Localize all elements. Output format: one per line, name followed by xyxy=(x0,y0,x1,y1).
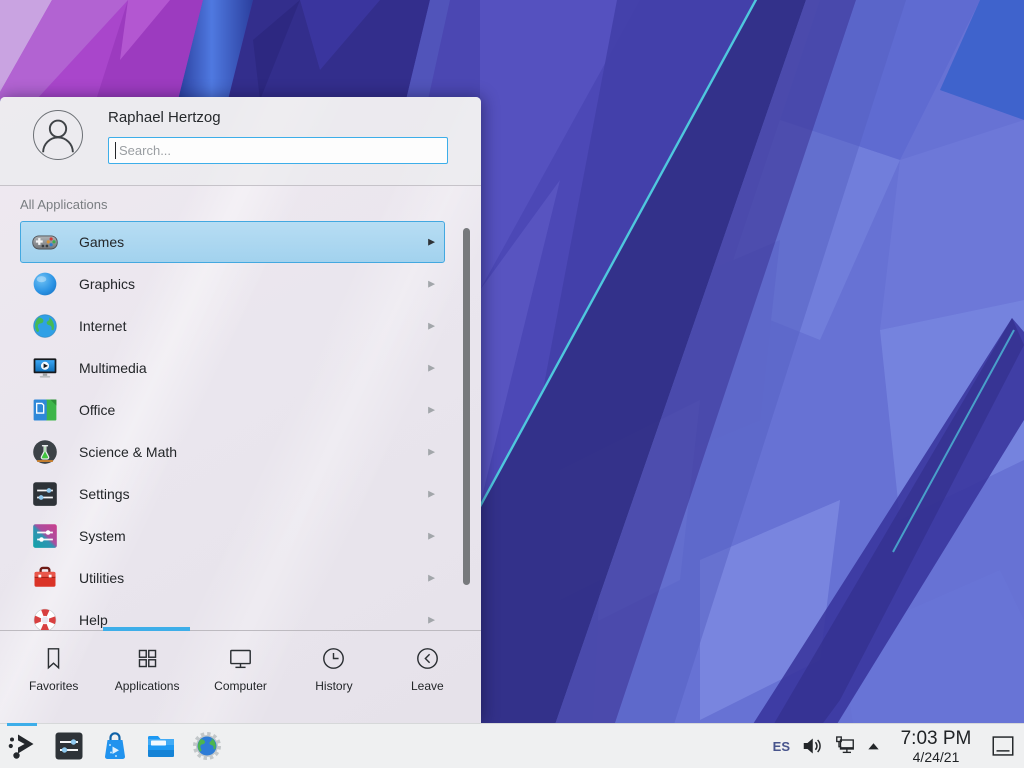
kickoff-footer: Favorites Applications Computer History … xyxy=(0,630,481,723)
chevron-right-icon xyxy=(428,280,435,289)
globe-icon xyxy=(31,312,59,340)
kde-launcher-icon xyxy=(7,730,39,762)
kickoff-menu: Raphael Hertzog All Applications Games G… xyxy=(0,97,481,723)
category-row-settings[interactable]: Settings xyxy=(20,473,445,515)
chevron-right-icon xyxy=(428,490,435,499)
category-row-graphics[interactable]: Graphics xyxy=(20,263,445,305)
search-field-wrap xyxy=(108,137,448,164)
tab-label: Favorites xyxy=(29,679,78,693)
launcher-active-indicator xyxy=(7,723,37,726)
leave-back-icon xyxy=(414,645,441,672)
computer-monitor-icon xyxy=(227,645,254,672)
tray-expand-tray[interactable] xyxy=(866,739,881,754)
category-label: Utilities xyxy=(79,570,124,586)
chevron-right-icon xyxy=(428,532,435,541)
category-row-system[interactable]: System xyxy=(20,515,445,557)
tray-volume[interactable] xyxy=(800,734,824,758)
toolbox-icon xyxy=(31,564,59,592)
search-input[interactable] xyxy=(108,137,448,164)
category-label: System xyxy=(79,528,126,544)
user-icon xyxy=(34,111,82,159)
settings-sliders-icon xyxy=(31,480,59,508)
office-icon xyxy=(31,396,59,424)
category-label: Science & Math xyxy=(79,444,177,460)
category-label: Games xyxy=(79,234,124,250)
kickoff-header: Raphael Hertzog xyxy=(0,97,481,186)
category-label: Multimedia xyxy=(79,360,147,376)
category-row-utilities[interactable]: Utilities xyxy=(20,557,445,599)
user-avatar[interactable] xyxy=(33,110,83,160)
system-sliders-icon xyxy=(31,522,59,550)
tab-leave[interactable]: Leave xyxy=(381,631,474,723)
chevron-right-icon xyxy=(428,616,435,625)
tab-computer[interactable]: Computer xyxy=(194,631,287,723)
settings-sliders-icon xyxy=(53,730,85,762)
tab-history[interactable]: History xyxy=(287,631,380,723)
bookmark-icon xyxy=(40,645,67,672)
applications-list: Games Graphics Internet Multimedia Offic… xyxy=(20,221,445,630)
taskbar: ES 7:03 PM 4/24/21 xyxy=(0,723,1024,768)
volume-icon xyxy=(800,734,824,758)
category-row-games[interactable]: Games xyxy=(20,221,445,263)
app-grid-icon xyxy=(134,645,161,672)
chevron-right-icon xyxy=(428,406,435,415)
taskbar-icon-discover[interactable] xyxy=(99,730,131,762)
user-name: Raphael Hertzog xyxy=(108,109,221,126)
list-scrollbar-thumb[interactable] xyxy=(463,228,470,585)
system-tray: ES 7:03 PM 4/24/21 xyxy=(773,729,1024,764)
tab-label: Leave xyxy=(411,679,444,693)
tab-applications[interactable]: Applications xyxy=(100,631,193,723)
discover-bag-icon xyxy=(99,730,131,762)
category-label: Help xyxy=(79,612,108,628)
category-row-help[interactable]: Help xyxy=(20,599,445,630)
keyboard-layout-indicator[interactable]: ES xyxy=(773,739,790,754)
category-label: Settings xyxy=(79,486,130,502)
gamepad-icon xyxy=(31,228,59,256)
tab-label: Computer xyxy=(214,679,267,693)
chevron-right-icon xyxy=(428,574,435,583)
category-label: Office xyxy=(79,402,115,418)
category-row-office[interactable]: Office xyxy=(20,389,445,431)
taskbar-icon-system-settings[interactable] xyxy=(53,730,85,762)
chevron-right-icon xyxy=(428,322,435,331)
graphics-sphere-icon xyxy=(31,270,59,298)
network-icon xyxy=(833,734,857,758)
all-applications-label: All Applications xyxy=(20,197,107,212)
tray-network[interactable] xyxy=(833,734,857,758)
desktop: Raphael Hertzog All Applications Games G… xyxy=(0,0,1024,768)
footer-tabs: Favorites Applications Computer History … xyxy=(7,631,474,723)
category-label: Graphics xyxy=(79,276,135,292)
science-flask-icon xyxy=(31,438,59,466)
category-row-science-math[interactable]: Science & Math xyxy=(20,431,445,473)
caret-up-icon xyxy=(866,739,881,754)
lifebuoy-icon xyxy=(31,606,59,630)
clock-time: 7:03 PM xyxy=(894,729,978,748)
category-row-internet[interactable]: Internet xyxy=(20,305,445,347)
category-label: Internet xyxy=(79,318,126,334)
multimedia-icon xyxy=(31,354,59,382)
taskbar-icon-web-browser[interactable] xyxy=(191,730,223,762)
chevron-right-icon xyxy=(428,364,435,373)
chevron-right-icon xyxy=(428,448,435,457)
application-launcher-button[interactable] xyxy=(7,730,39,762)
tab-label: History xyxy=(315,679,352,693)
taskbar-icon-file-manager[interactable] xyxy=(145,730,177,762)
tab-label: Applications xyxy=(115,679,180,693)
category-row-multimedia[interactable]: Multimedia xyxy=(20,347,445,389)
clock-date: 4/24/21 xyxy=(894,750,978,764)
digital-clock[interactable]: 7:03 PM 4/24/21 xyxy=(894,729,978,764)
globe-gear-icon xyxy=(191,730,223,762)
text-cursor xyxy=(115,142,116,159)
history-clock-icon xyxy=(320,645,347,672)
show-desktop-icon xyxy=(989,733,1017,759)
show-desktop-button[interactable] xyxy=(988,731,1018,761)
chevron-right-icon xyxy=(428,238,435,247)
folder-icon xyxy=(145,730,177,762)
tab-favorites[interactable]: Favorites xyxy=(7,631,100,723)
